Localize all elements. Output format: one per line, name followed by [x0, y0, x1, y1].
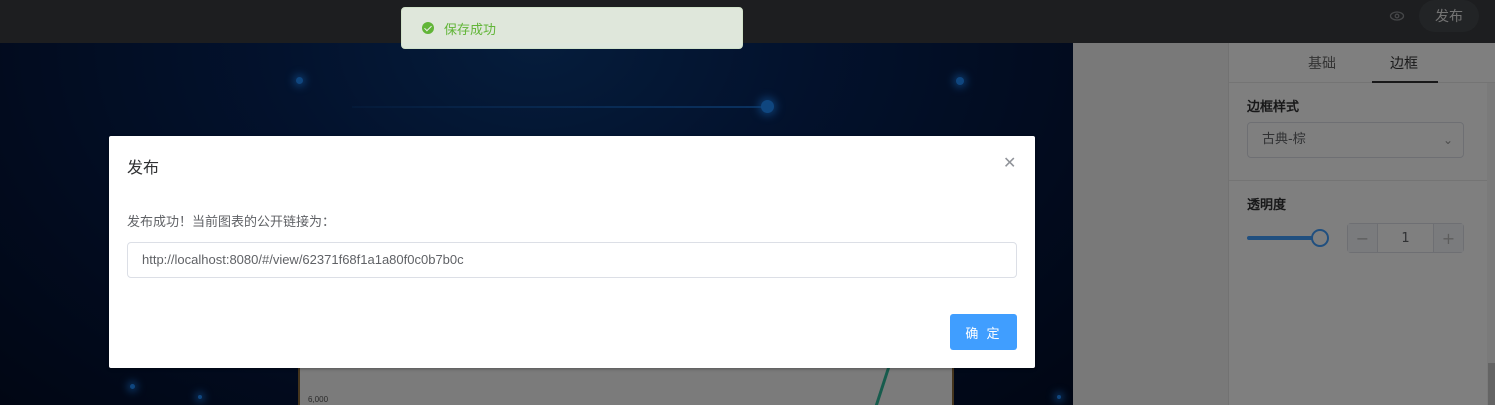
- success-check-icon: [422, 22, 434, 34]
- dialog-title: 发布: [127, 158, 160, 177]
- publish-dialog: 发布 ✕ 发布成功！当前图表的公开链接为： http://localhost:8…: [109, 136, 1035, 368]
- close-icon[interactable]: ✕: [1003, 153, 1016, 172]
- public-link-field[interactable]: http://localhost:8080/#/view/62371f68f1a…: [127, 242, 1017, 278]
- confirm-button[interactable]: 确 定: [950, 314, 1017, 350]
- success-toast: 保存成功: [401, 7, 743, 49]
- dialog-message: 发布成功！当前图表的公开链接为：: [127, 215, 336, 230]
- toast-message: 保存成功: [444, 22, 497, 38]
